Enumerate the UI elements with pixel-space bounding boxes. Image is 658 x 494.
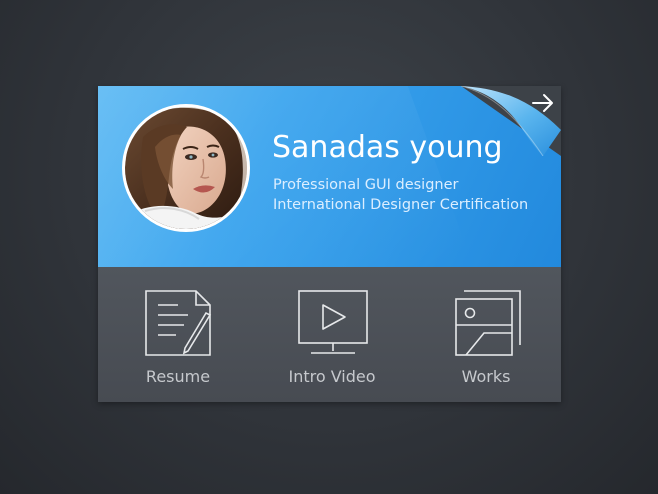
arrow-right-icon <box>532 94 553 112</box>
intro-video-button[interactable]: Intro Video <box>267 267 397 402</box>
action-bar: Resume Intro Video Works <box>98 267 561 402</box>
resume-button[interactable]: Resume <box>113 267 243 402</box>
intro-video-label: Intro Video <box>288 367 376 386</box>
profile-title-line-1: Professional GUI designer <box>273 177 459 193</box>
avatar-portrait <box>125 107 247 229</box>
video-play-icon <box>298 290 368 354</box>
profile-header: Sanadas young Professional GUI designer … <box>98 86 561 267</box>
next-arrow-button[interactable] <box>531 92 555 114</box>
avatar <box>122 104 250 232</box>
profile-card: Sanadas young Professional GUI designer … <box>98 86 561 402</box>
profile-title-line-2: International Designer Certification <box>273 197 529 213</box>
works-button[interactable]: Works <box>421 267 551 402</box>
resume-label: Resume <box>145 367 211 386</box>
image-gallery-icon <box>455 290 521 356</box>
works-label: Works <box>461 367 511 386</box>
document-edit-icon <box>145 290 212 356</box>
